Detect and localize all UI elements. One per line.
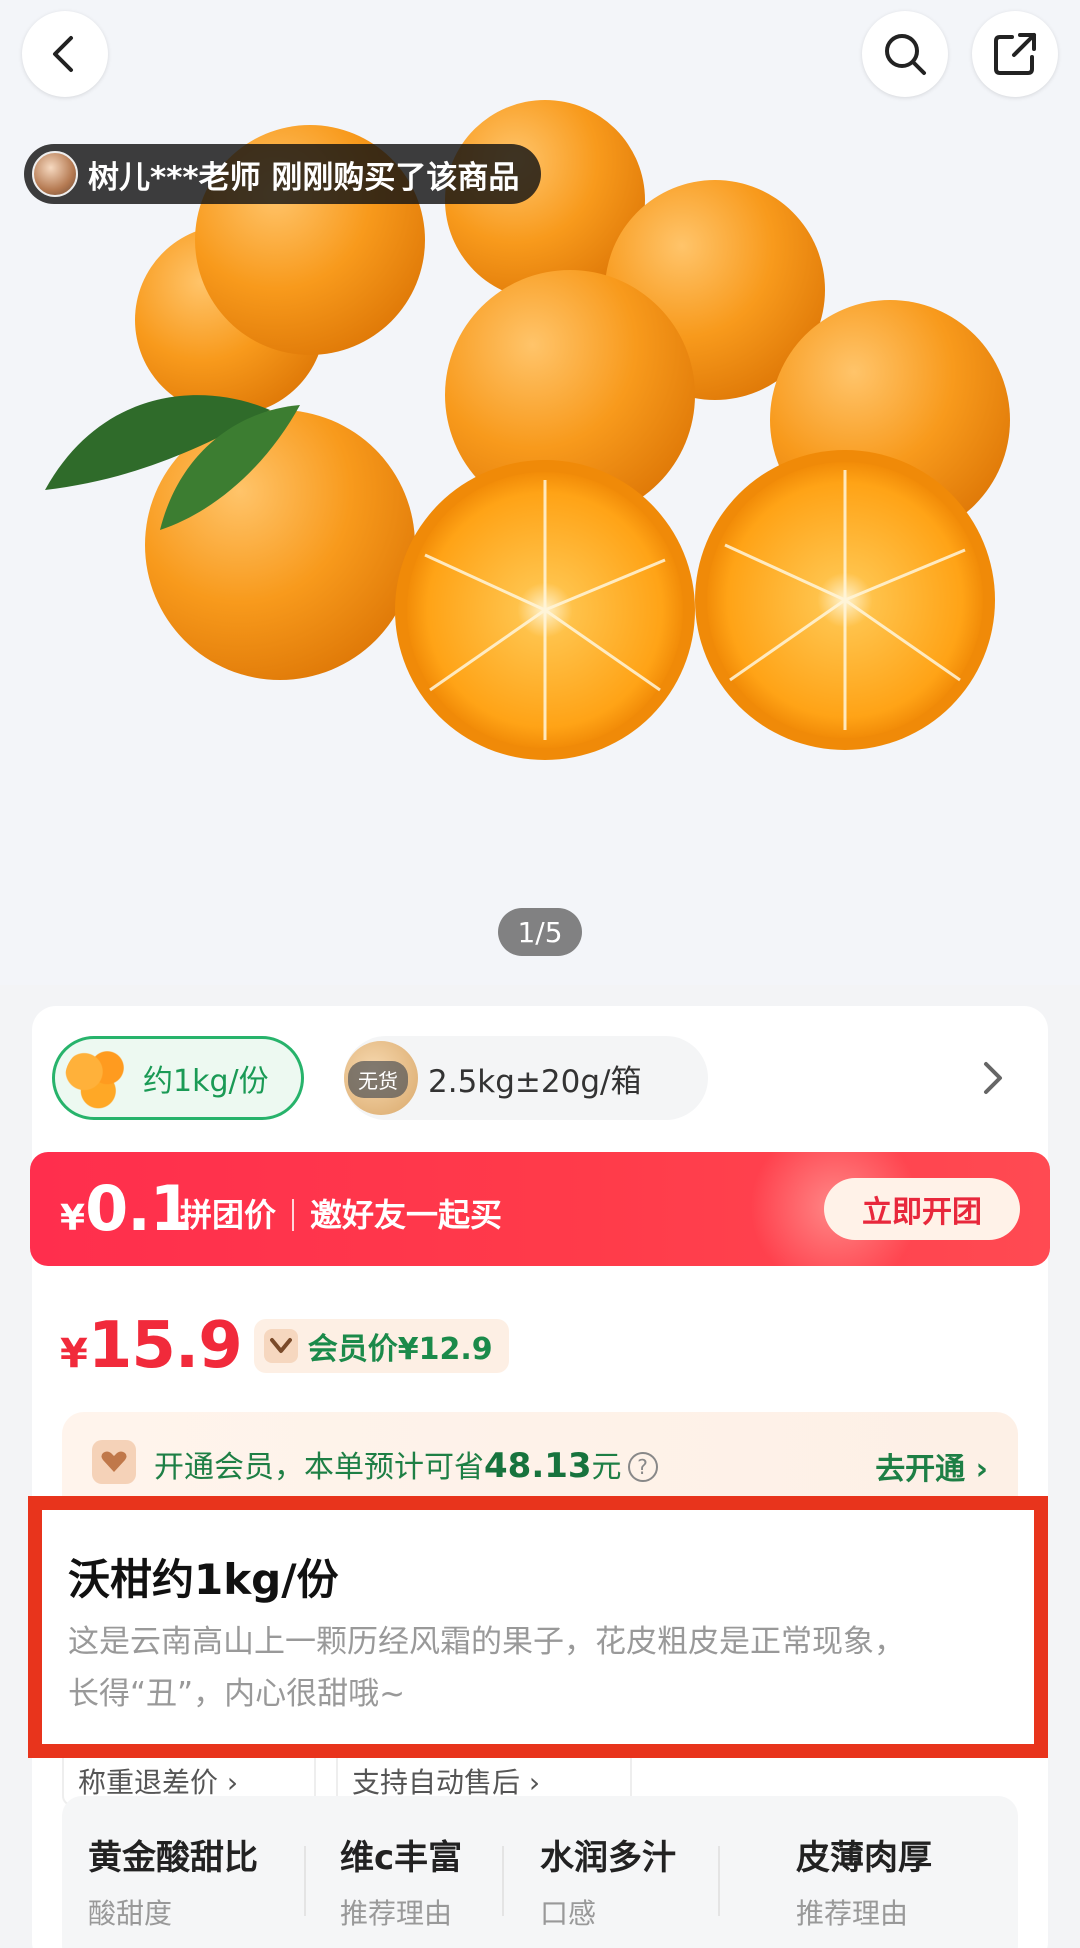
feature-subtitle: 口感 <box>540 1897 597 1930</box>
feature-highlights: 黄金酸甜比 酸甜度 维c丰富 推荐理由 水润多汁 口感 皮薄肉厚 推荐理由 <box>62 1796 1018 1948</box>
spec-thumbnail <box>65 1046 129 1110</box>
chevron-right-icon[interactable] <box>982 1060 1004 1096</box>
spec-option-label: 约1kg/份 <box>143 1064 269 1099</box>
divider <box>304 1846 306 1916</box>
spec-selector: 约1kg/份 无货 2.5kg±20g/箱 <box>52 1036 1032 1120</box>
product-gallery[interactable]: 树儿***老师 刚刚购买了该商品 1/5 <box>0 0 1080 985</box>
feature-title: 维c丰富 <box>340 1838 463 1878</box>
group-buy-price: ¥ 0.1 <box>60 1172 193 1245</box>
help-icon[interactable]: ? <box>627 1452 658 1482</box>
current-price: ¥ 15.9 <box>60 1309 243 1383</box>
currency-symbol: ¥ <box>60 1331 88 1377</box>
spec-option-1kg[interactable]: 约1kg/份 <box>52 1036 304 1120</box>
spec-option-box[interactable]: 无货 2.5kg±20g/箱 <box>344 1036 708 1120</box>
product-info-card: 约1kg/份 无货 2.5kg±20g/箱 ¥ 0.1 拼团价 邀好友一起买 立即… <box>28 1006 1050 1948</box>
back-button[interactable] <box>22 11 108 97</box>
feature-title: 黄金酸甜比 <box>88 1838 258 1878</box>
spec-option-label: 2.5kg±20g/箱 <box>428 1063 642 1100</box>
image-page-indicator: 1/5 <box>498 908 582 956</box>
feature-subtitle: 推荐理由 <box>796 1897 909 1930</box>
product-title: 沃柑约1kg/份 <box>68 1555 339 1604</box>
description-line-1: 这是云南高山上一颗历经风霜的果子，花皮粗皮是正常现象， <box>68 1624 905 1660</box>
recent-buyer-notice: 树儿***老师 刚刚购买了该商品 <box>24 144 542 204</box>
chevron-left-icon <box>53 36 73 72</box>
share-icon <box>994 33 1036 75</box>
group-buy-price-value: 0.1 <box>85 1172 193 1245</box>
group-buy-banner[interactable]: ¥ 0.1 拼团价 邀好友一起买 立即开团 <box>30 1152 1050 1266</box>
feature-title: 水润多汁 <box>540 1838 676 1878</box>
currency-symbol: ¥ <box>60 1198 86 1239</box>
avatar <box>32 151 78 197</box>
divider <box>502 1846 504 1916</box>
group-buy-label: 拼团价 邀好友一起买 <box>180 1190 502 1236</box>
feature-subtitle: 酸甜度 <box>88 1897 173 1930</box>
price-row: ¥ 15.9 会员价¥12.9 <box>60 1306 509 1386</box>
start-group-button[interactable]: 立即开团 <box>824 1178 1020 1240</box>
price-value: 15.9 <box>87 1309 243 1383</box>
member-price-text: 会员价¥12.9 <box>307 1332 493 1367</box>
out-of-stock-badge: 无货 <box>348 1061 408 1098</box>
divider <box>718 1846 720 1916</box>
member-heart-icon <box>92 1440 136 1484</box>
group-buy-title: 拼团价 <box>180 1196 277 1234</box>
savings-amount: 48.13 <box>484 1446 592 1486</box>
description-line-2: 长得“丑”，内心很甜哦~ <box>68 1676 406 1712</box>
savings-unit: 元 <box>591 1450 622 1485</box>
savings-prefix: 开通会员，本单预计可省 <box>154 1450 484 1485</box>
search-button[interactable] <box>862 11 948 97</box>
feature-subtitle: 推荐理由 <box>340 1897 453 1930</box>
search-icon <box>885 34 926 75</box>
divider <box>292 1199 295 1231</box>
spec-thumbnail-wrap: 无货 <box>344 1041 418 1115</box>
product-title-highlight: 沃柑约1kg/份 这是云南高山上一颗历经风霜的果子，花皮粗皮是正常现象， 长得“… <box>28 1496 1048 1758</box>
member-price-badge: 会员价¥12.9 <box>253 1319 509 1373</box>
product-description: 这是云南高山上一颗历经风霜的果子，花皮粗皮是正常现象， 长得“丑”，内心很甜哦~ <box>68 1616 1028 1720</box>
open-membership-link[interactable]: 去开通 › <box>875 1444 988 1488</box>
member-heart-icon <box>263 1329 298 1363</box>
recent-buyer-text: 树儿***老师 刚刚购买了该商品 <box>88 159 520 196</box>
group-buy-invite: 邀好友一起买 <box>310 1196 503 1234</box>
feature-title: 皮薄肉厚 <box>796 1838 932 1878</box>
share-button[interactable] <box>972 11 1058 97</box>
membership-savings-text: 开通会员，本单预计可省48.13元? <box>154 1442 658 1486</box>
